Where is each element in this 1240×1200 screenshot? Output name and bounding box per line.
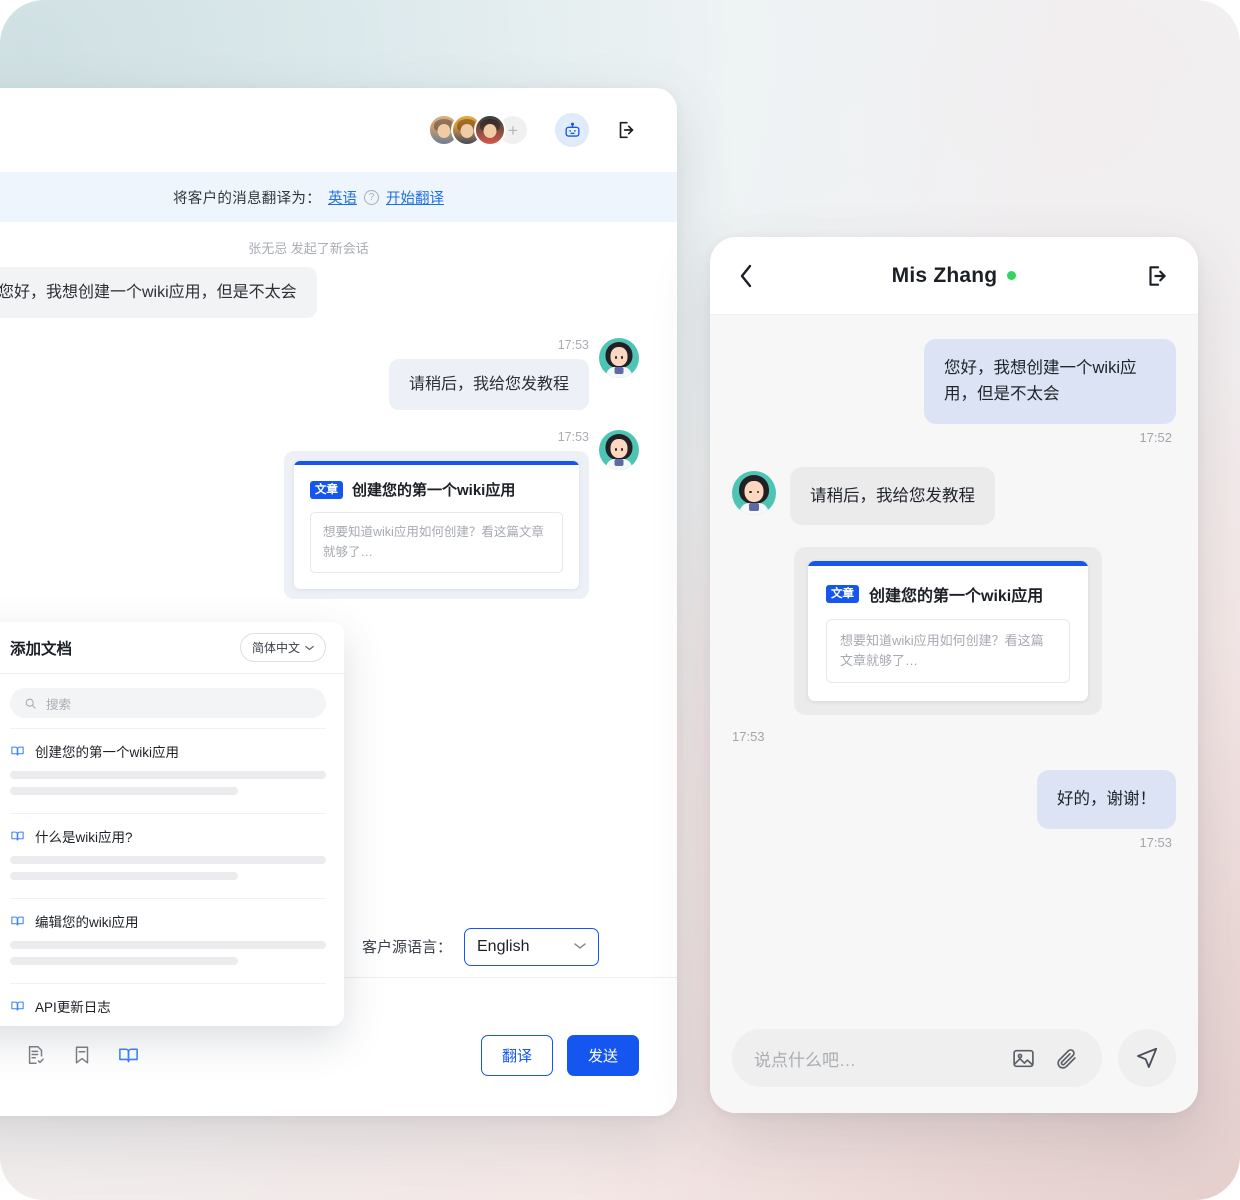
list-item[interactable]: 什么是wiki应用? <box>10 813 326 898</box>
avatar <box>599 338 639 379</box>
avatar <box>599 430 639 471</box>
add-document-search-input[interactable]: 搜索 <box>10 688 326 718</box>
message-bubble: 好的，谢谢！ <box>1037 770 1176 829</box>
skeleton-line <box>10 787 238 795</box>
mobile-chat-window: Mis Zhang 您好，我想创建一个wiki应用，但是不太会 17:52 请稍… <box>710 237 1198 1113</box>
book-icon <box>11 916 24 926</box>
source-language-label: 客户源语言： <box>361 939 452 956</box>
list-item-title: 创建您的第一个wiki应用 <box>35 745 179 760</box>
chevron-left-icon[interactable] <box>738 263 768 289</box>
status-badge <box>1007 271 1017 280</box>
search-icon <box>25 698 36 709</box>
message-time: 17:53 <box>557 430 589 445</box>
start-translate-link[interactable]: 开始翻译 <box>386 187 444 208</box>
list-item-title: API更新日志 <box>35 1000 111 1015</box>
message-bubble: 请稍后，我给您发教程 <box>388 359 589 411</box>
article-tag: 文章 <box>826 584 859 604</box>
add-document-language-select[interactable]: 简体中文 <box>239 633 326 662</box>
desktop-message-list: 您好，我想创建一个wiki应用，但是不太会 17:53 请稍后，我给您发教程 1… <box>0 267 677 600</box>
source-language-value: English <box>477 937 530 955</box>
question-icon[interactable]: ? <box>364 189 379 205</box>
skeleton-line <box>10 872 238 880</box>
article-tag: 文章 <box>310 480 343 500</box>
message-row-customer: 好的，谢谢！ <box>732 770 1176 829</box>
skeleton-line <box>10 957 238 965</box>
article-card-wrapper[interactable]: 文章 创建您的第一个wiki应用 想要知道wiki应用如何创建？看这篇文章就够了… <box>284 451 589 600</box>
bookmark-icon[interactable] <box>70 1043 94 1067</box>
article-card-wrapper[interactable]: 文章 创建您的第一个wiki应用 想要知道wiki应用如何创建？看这篇文章就够了… <box>794 547 1102 716</box>
mobile-header: Mis Zhang <box>710 237 1198 315</box>
article-card[interactable]: 文章 创建您的第一个wiki应用 想要知道wiki应用如何创建？看这篇文章就够了… <box>294 461 579 590</box>
knowledge-book-icon[interactable] <box>116 1043 140 1067</box>
skeleton-line <box>10 941 326 949</box>
quick-reply-icon[interactable] <box>24 1043 48 1067</box>
mobile-input-placeholder: 说点什么吧… <box>754 1050 856 1070</box>
exit-icon[interactable] <box>613 117 639 143</box>
list-item[interactable]: 编辑您的wiki应用 <box>10 898 326 983</box>
mobile-send-button[interactable] <box>1118 1029 1176 1087</box>
skeleton-line <box>10 856 326 864</box>
add-document-search-placeholder: 搜索 <box>46 697 72 712</box>
message-time: 17:52 <box>1139 429 1172 445</box>
avatar[interactable] <box>474 114 506 146</box>
list-item-title: 编辑您的wiki应用 <box>35 915 139 930</box>
list-item-title: 什么是wiki应用? <box>35 830 133 845</box>
add-document-language-value: 简体中文 <box>251 641 300 655</box>
system-note: 张无忌 发起了新会话 <box>248 241 369 256</box>
message-bubble: 请稍后，我给您发教程 <box>790 466 995 526</box>
message-row-customer: 您好，我想创建一个wiki应用，但是不太会 <box>0 267 639 319</box>
article-card[interactable]: 文章 创建您的第一个wiki应用 想要知道wiki应用如何创建？看这篇文章就够了… <box>808 561 1088 702</box>
image-icon[interactable] <box>1010 1045 1037 1072</box>
message-bubble: 您好，我想创建一个wiki应用，但是不太会 <box>0 267 317 319</box>
list-item[interactable]: API更新日志 <box>10 983 326 1026</box>
send-button[interactable]: 发送 <box>566 1034 639 1076</box>
exit-icon[interactable] <box>1140 263 1170 289</box>
article-excerpt: 想要知道wiki应用如何创建？看这篇文章就够了… <box>826 619 1070 684</box>
add-document-popup: 添加文档 简体中文 搜索 创建您的第一个wiki应用 什么是wiki应用? 编辑… <box>0 622 344 1026</box>
attachment-icon[interactable] <box>1053 1045 1080 1072</box>
translate-banner: 将客户的消息翻译为： 英语 ? 开始翻译 <box>0 172 677 222</box>
message-row-agent: 请稍后，我给您发教程 <box>732 466 1176 526</box>
message-time: 17:53 <box>1139 834 1172 850</box>
translate-button[interactable]: 翻译 <box>480 1034 553 1076</box>
chevron-down-icon <box>305 645 314 650</box>
robot-icon[interactable] <box>555 113 589 147</box>
send-icon <box>1136 1047 1158 1068</box>
add-document-title: 添加文档 <box>10 640 73 658</box>
add-document-header: 添加文档 简体中文 <box>0 622 344 674</box>
translate-banner-label: 将客户的消息翻译为： <box>173 190 321 207</box>
message-row-customer: 您好，我想创建一个wiki应用，但是不太会 <box>732 339 1176 424</box>
avatar <box>732 470 776 515</box>
mobile-message-list: 您好，我想创建一个wiki应用，但是不太会 17:52 请稍后，我给您发教程 文… <box>710 315 1198 1113</box>
message-row-agent-card: 17:53 文章 创建您的第一个wiki应用 想要知道wiki应用如何创建？看这… <box>0 430 639 600</box>
list-item[interactable]: 创建您的第一个wiki应用 <box>10 728 326 813</box>
skeleton-line <box>10 771 326 779</box>
book-icon <box>11 1001 24 1011</box>
source-language-select[interactable]: English <box>464 927 599 966</box>
mobile-composer: 说点什么吧… <box>732 1029 1176 1087</box>
message-time: 17:53 <box>732 729 765 745</box>
desktop-header: + <box>0 88 677 172</box>
message-bubble: 您好，我想创建一个wiki应用，但是不太会 <box>924 339 1176 424</box>
book-icon <box>11 831 24 841</box>
article-title: 创建您的第一个wiki应用 <box>352 482 516 500</box>
chevron-down-icon <box>574 941 586 953</box>
book-icon <box>11 746 24 756</box>
article-title: 创建您的第一个wiki应用 <box>869 588 1044 606</box>
translate-target-language-link[interactable]: 英语 <box>328 187 357 208</box>
mobile-contact-name: Mis Zhang <box>891 263 998 287</box>
message-row-agent: 17:53 请稍后，我给您发教程 <box>0 338 639 411</box>
agent-avatar-stack[interactable]: + <box>428 114 529 146</box>
mobile-message-input[interactable]: 说点什么吧… <box>732 1029 1102 1087</box>
add-document-list: 创建您的第一个wiki应用 什么是wiki应用? 编辑您的wiki应用 API更… <box>0 728 344 1026</box>
message-time: 17:53 <box>557 338 589 353</box>
article-excerpt: 想要知道wiki应用如何创建？看这篇文章就够了… <box>310 512 563 574</box>
attachment-icon[interactable] <box>0 1043 2 1067</box>
